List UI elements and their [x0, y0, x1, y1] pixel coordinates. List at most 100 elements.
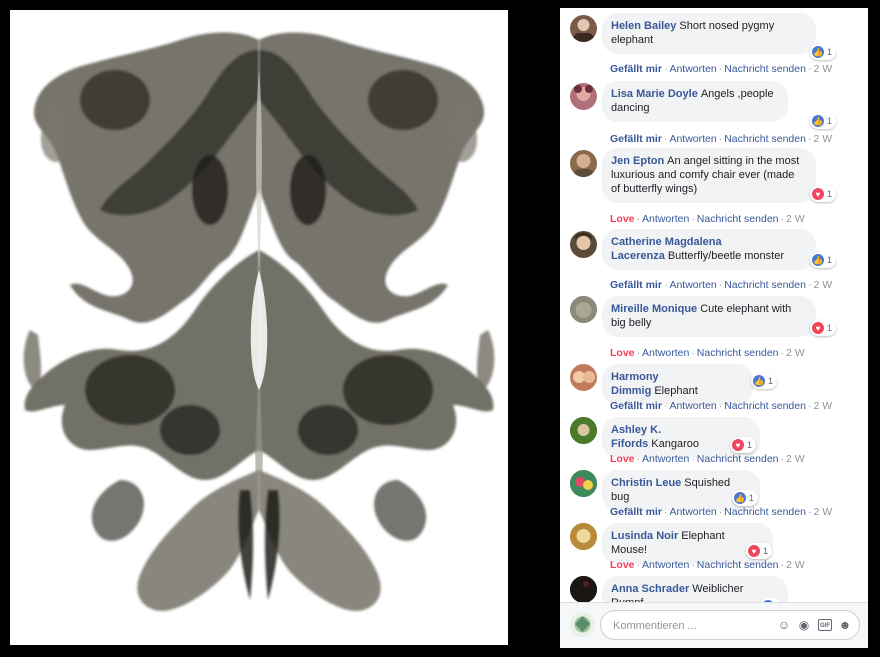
comment-time[interactable]: 2 W: [786, 347, 805, 359]
comment-actions: Gefällt mir · Antworten · Nachricht senden · 2…: [610, 400, 833, 412]
comment-time[interactable]: 2 W: [786, 213, 805, 225]
heart-icon: ♥: [732, 439, 744, 451]
reaction-badge[interactable]: ♥ 1: [810, 320, 837, 336]
like-link[interactable]: Gefällt mir: [610, 63, 662, 75]
gif-icon[interactable]: GIF: [818, 619, 832, 631]
avatar[interactable]: [570, 231, 597, 258]
message-link[interactable]: Nachricht senden: [724, 63, 806, 75]
reaction-badge[interactable]: 👍 1: [810, 113, 837, 129]
reaction-count: 1: [763, 546, 769, 556]
comment-author[interactable]: Helen Bailey: [611, 20, 676, 32]
comment-bubble: Catherine Magdalena Lacerenza Butterfly/b…: [602, 229, 816, 270]
like-link[interactable]: Gefällt mir: [610, 506, 662, 518]
reaction-badge[interactable]: ♥ 1: [810, 186, 837, 202]
message-link[interactable]: Nachricht senden: [724, 133, 806, 145]
like-icon: 👍: [812, 46, 824, 58]
avatar[interactable]: [570, 417, 597, 444]
reaction-badge[interactable]: 👍 1: [732, 490, 759, 506]
reaction-badge[interactable]: ♥ 1: [730, 437, 757, 453]
message-link[interactable]: Nachricht senden: [724, 400, 806, 412]
heart-icon: ♥: [748, 545, 760, 557]
comment-time[interactable]: 2 W: [813, 279, 832, 291]
like-icon: 👍: [812, 115, 824, 127]
message-link[interactable]: Nachricht senden: [724, 506, 806, 518]
avatar[interactable]: [570, 523, 597, 550]
reply-link[interactable]: Antworten: [669, 63, 716, 75]
comment-actions: Gefällt mir · Antworten · Nachricht senden · 2…: [610, 133, 833, 145]
avatar[interactable]: [570, 150, 597, 177]
comment-actions: Love · Antworten · Nachricht senden · 2 W: [610, 347, 805, 359]
avatar[interactable]: [570, 296, 597, 323]
comment-author[interactable]: Christin Leue: [611, 477, 681, 489]
avatar[interactable]: [570, 576, 597, 602]
avatar[interactable]: [570, 612, 595, 637]
reply-link[interactable]: Antworten: [669, 506, 716, 518]
comment-bubble: Anna SchraderWeiblicher Rumpf: [602, 576, 788, 602]
reaction-count: 1: [768, 376, 774, 386]
camera-icon[interactable]: ◉: [797, 618, 811, 632]
message-link[interactable]: Nachricht senden: [697, 559, 779, 571]
comment-input[interactable]: [611, 617, 765, 635]
reaction-badge[interactable]: 👍 1: [810, 252, 837, 268]
reaction-count: 1: [827, 255, 833, 265]
comment-author[interactable]: Lusinda Noir: [611, 530, 678, 542]
reply-link[interactable]: Antworten: [669, 400, 716, 412]
message-link[interactable]: Nachricht senden: [697, 213, 779, 225]
avatar[interactable]: [570, 364, 597, 391]
comment-actions: Gefällt mir · Antworten · Nachricht senden · 2…: [610, 506, 833, 518]
like-link[interactable]: Gefällt mir: [610, 133, 662, 145]
like-link[interactable]: Gefällt mir: [610, 279, 662, 291]
reaction-count: 1: [747, 440, 753, 450]
like-link[interactable]: Gefällt mir: [610, 400, 662, 412]
comment-list[interactable]: Helen Bailey Short nosed pygmy elephant 👍…: [560, 8, 868, 602]
comment-time[interactable]: 2 W: [786, 559, 805, 571]
comment-time[interactable]: 2 W: [813, 400, 832, 412]
photo-viewer: [0, 0, 515, 657]
message-link[interactable]: Nachricht senden: [697, 453, 779, 465]
comment-actions: Gefällt mir · Antworten · Nachricht senden · 2…: [610, 279, 833, 291]
reaction-badge[interactable]: 👍 1: [810, 44, 837, 60]
message-link[interactable]: Nachricht senden: [724, 279, 806, 291]
inkblot-photo[interactable]: [10, 10, 508, 645]
comment-time[interactable]: 2 W: [813, 506, 832, 518]
comment-time[interactable]: 2 W: [786, 453, 805, 465]
sticker-icon[interactable]: ☻: [838, 618, 852, 632]
reaction-count: 1: [827, 47, 833, 57]
love-link[interactable]: Love: [610, 559, 635, 571]
comment-bubble: Harmony Dimmig Elephant: [602, 364, 753, 405]
avatar[interactable]: [570, 15, 597, 42]
comment-box[interactable]: ☺ ◉ GIF ☻: [600, 610, 860, 640]
comment-bubble: Helen Bailey Short nosed pygmy elephant: [602, 13, 816, 54]
reply-link[interactable]: Antworten: [642, 453, 689, 465]
reply-link[interactable]: Antworten: [642, 559, 689, 571]
comment-author[interactable]: Anna Schrader: [611, 583, 689, 595]
love-link[interactable]: Love: [610, 347, 635, 359]
comment-time[interactable]: 2 W: [813, 63, 832, 75]
like-icon: 👍: [734, 492, 746, 504]
comment-author[interactable]: Lisa Marie Doyle: [611, 88, 698, 100]
reaction-badge[interactable]: ♥ 1: [746, 543, 773, 559]
reply-link[interactable]: Antworten: [669, 133, 716, 145]
love-link[interactable]: Love: [610, 453, 635, 465]
avatar[interactable]: [570, 470, 597, 497]
heart-icon: ♥: [812, 322, 824, 334]
comments-panel: Helen Bailey Short nosed pygmy elephant 👍…: [560, 8, 868, 648]
reply-link[interactable]: Antworten: [642, 347, 689, 359]
comment-time[interactable]: 2 W: [813, 133, 832, 145]
comment-text: Butterfly/beetle monster: [667, 250, 784, 262]
love-link[interactable]: Love: [610, 213, 635, 225]
comment-text: Elephant: [654, 385, 698, 397]
reaction-count: 1: [827, 189, 833, 199]
avatar[interactable]: [570, 83, 597, 110]
message-link[interactable]: Nachricht senden: [697, 347, 779, 359]
reply-link[interactable]: Antworten: [669, 279, 716, 291]
comment-author[interactable]: Harmony Dimmig: [611, 371, 659, 397]
emoji-icon[interactable]: ☺: [777, 618, 791, 632]
comment-author[interactable]: Jen Epton: [611, 155, 664, 167]
comment-bubble: Jen Epton An angel sitting in the most lu…: [602, 148, 816, 203]
reply-link[interactable]: Antworten: [642, 213, 689, 225]
comment-author[interactable]: Mireille Monique: [611, 303, 697, 315]
like-icon: 👍: [812, 254, 824, 266]
reaction-badge[interactable]: 👍 1: [751, 373, 778, 389]
comment-actions: Love · Antworten · Nachricht senden · 2 W: [610, 213, 805, 225]
